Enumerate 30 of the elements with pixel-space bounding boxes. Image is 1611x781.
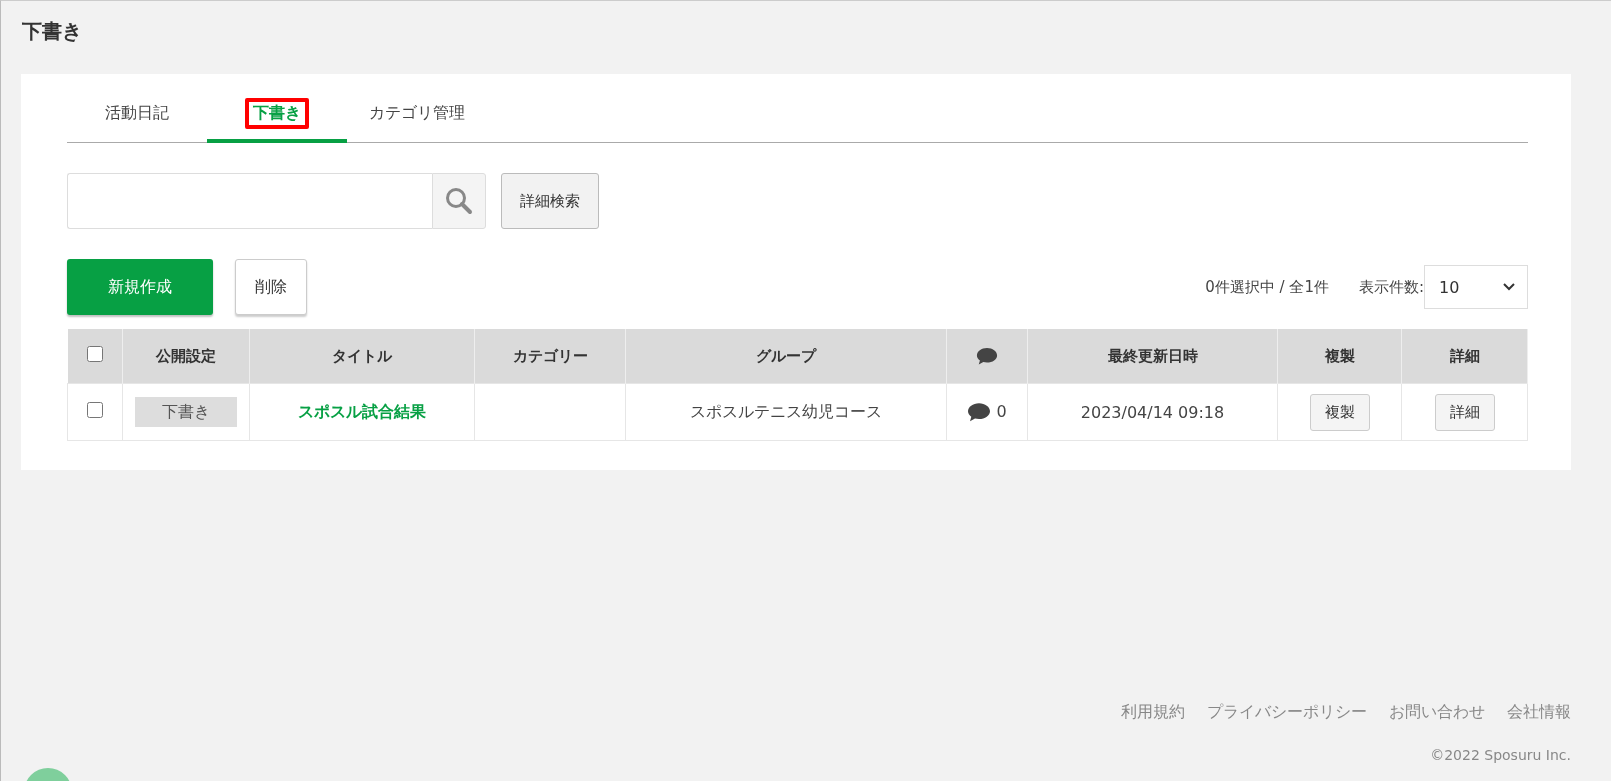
tab[interactable]: カテゴリ管理 xyxy=(347,88,487,143)
search-icon xyxy=(444,186,474,216)
copy-button[interactable]: 複製 xyxy=(1309,393,1370,431)
search-button[interactable] xyxy=(432,173,486,229)
header-cell: グループ xyxy=(625,329,947,384)
delete-button[interactable]: 削除 xyxy=(235,259,307,315)
row-checkbox[interactable] xyxy=(87,402,103,418)
copyright: ©2022 Sposuru Inc. xyxy=(1430,747,1571,763)
comment-icon xyxy=(967,401,992,423)
per-page-select[interactable]: 10 xyxy=(1424,265,1528,309)
header-cell: タイトル xyxy=(249,329,475,384)
comment-count: 0 xyxy=(996,401,1007,421)
header-cell: 詳細 xyxy=(1401,329,1528,384)
header-cell: 複製 xyxy=(1277,329,1402,384)
advanced-search-button[interactable]: 詳細検索 xyxy=(501,173,599,229)
select-all-checkbox[interactable] xyxy=(86,346,103,362)
table-cell: スポスルテニス幼児コース xyxy=(625,383,947,441)
header-cell: カテゴリー xyxy=(474,329,626,384)
header-cell: 最終更新日時 xyxy=(1027,329,1278,384)
tab[interactable]: 活動日記 xyxy=(67,88,207,143)
chevron-down-icon xyxy=(1503,283,1515,291)
table-cell: 2023/04/14 09:18 xyxy=(1027,383,1278,441)
page-title: 下書き xyxy=(21,18,83,45)
selection-count: 0件選択中 / 全1件 xyxy=(1205,277,1329,297)
detail-button[interactable]: 詳細 xyxy=(1434,393,1495,431)
header-cell: 公開設定 xyxy=(122,329,250,384)
comment-icon xyxy=(976,346,998,366)
status-label: 下書き xyxy=(135,397,237,427)
per-page-label: 表示件数: xyxy=(1358,277,1424,297)
search-field[interactable] xyxy=(67,173,432,229)
